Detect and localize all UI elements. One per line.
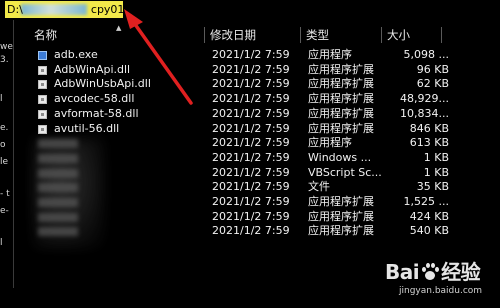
watermark-logo-right: 经验	[441, 260, 481, 284]
file-type: VBScript Sc...	[308, 165, 382, 179]
file-row[interactable]: AdbWinUsbApi.dll 2021/1/2 7:59 应用程序扩展 62 KB	[14, 77, 500, 92]
file-row[interactable]: AdbWinApi.dll 2021/1/2 7:59 应用程序扩展 96 KB	[14, 63, 500, 78]
file-date: 2021/1/2 7:59	[212, 121, 290, 135]
navigation-pane[interactable]: we 3. l e. o le - t e- l	[0, 20, 13, 308]
nav-fragment: o	[0, 140, 6, 150]
watermark-logo: Bai 经验	[385, 256, 481, 285]
file-name: adb.exe	[54, 48, 98, 61]
file-row[interactable]: avcodec-58.dll 2021/1/2 7:59 应用程序扩展 48,929.…	[14, 92, 500, 107]
file-type: 应用程序扩展	[308, 209, 374, 223]
nav-fragment: we	[0, 42, 13, 52]
column-type[interactable]: 类型	[300, 24, 380, 46]
file-date: 2021/1/2 7:59	[212, 48, 290, 61]
nav-fragment: e-	[0, 206, 9, 216]
file-row[interactable]: 2021/1/2 7:59 应用程序扩展 540 KB	[14, 224, 500, 239]
file-date: 2021/1/2 7:59	[212, 150, 290, 164]
redacted-file-icon	[38, 183, 78, 193]
file-date: 2021/1/2 7:59	[212, 224, 290, 238]
column-divider[interactable]	[441, 27, 442, 43]
dll-icon	[38, 109, 47, 119]
file-size: 35 KB	[416, 180, 449, 194]
file-row[interactable]: avformat-58.dll 2021/1/2 7:59 应用程序扩展 10,834…	[14, 107, 500, 122]
file-name: avcodec-58.dll	[54, 92, 135, 106]
file-date: 2021/1/2 7:59	[212, 106, 290, 120]
file-row[interactable]: 2021/1/2 7:59 应用程序扩展 424 KB	[14, 210, 500, 225]
file-name: AdbWinUsbApi.dll	[54, 77, 151, 91]
redacted-path	[21, 4, 87, 15]
nav-fragment: l	[0, 238, 3, 248]
file-type: 应用程序	[308, 48, 352, 61]
file-size: 540 KB	[409, 224, 449, 238]
file-date: 2021/1/2 7:59	[212, 92, 290, 106]
file-size: 613 KB	[409, 136, 449, 150]
file-size: 96 KB	[416, 62, 449, 76]
column-header: 名称 修改日期 类型 大小	[14, 24, 500, 46]
address-field[interactable]: D:\ cpy01	[5, 1, 123, 18]
file-type: 文件	[308, 180, 330, 194]
file-date: 2021/1/2 7:59	[212, 165, 290, 179]
redacted-file-icon	[38, 168, 78, 178]
file-date: 2021/1/2 7:59	[212, 62, 290, 76]
file-size: 5,098 ...	[403, 48, 449, 61]
redacted-file-icon	[38, 212, 78, 222]
file-row[interactable]: avutil-56.dll 2021/1/2 7:59 应用程序扩展 846 KB	[14, 122, 500, 137]
file-row[interactable]: 2021/1/2 7:59 文件 35 KB	[14, 180, 500, 195]
paw-icon	[421, 263, 440, 281]
column-date[interactable]: 修改日期	[204, 24, 300, 46]
file-type: 应用程序扩展	[308, 77, 374, 91]
file-name: avutil-56.dll	[54, 121, 120, 135]
address-bar[interactable]: D:\ cpy01	[0, 0, 500, 20]
file-date: 2021/1/2 7:59	[212, 195, 290, 208]
file-type: 应用程序	[308, 136, 352, 150]
file-size: 424 KB	[409, 209, 449, 223]
file-row[interactable]: 2021/1/2 7:59 应用程序 613 KB	[14, 136, 500, 151]
file-size: 1 KB	[423, 150, 449, 164]
nav-fragment: - t	[0, 189, 10, 199]
dll-icon	[38, 65, 47, 75]
nav-fragment: e.	[0, 123, 9, 133]
file-date: 2021/1/2 7:59	[212, 136, 290, 150]
file-type: 应用程序扩展	[308, 62, 374, 76]
dll-icon	[38, 124, 47, 134]
address-suffix: cpy01	[90, 3, 123, 16]
file-name: AdbWinApi.dll	[54, 62, 131, 76]
file-type: 应用程序扩展	[308, 106, 374, 120]
redacted-file-icon	[38, 139, 78, 149]
exe-icon	[38, 51, 47, 60]
dll-icon	[38, 95, 47, 105]
address-prefix: D:\	[7, 3, 23, 16]
file-row[interactable]: 2021/1/2 7:59 VBScript Sc... 1 KB	[14, 166, 500, 181]
file-date: 2021/1/2 7:59	[212, 77, 290, 91]
file-date: 2021/1/2 7:59	[212, 180, 290, 194]
watermark-logo-left: Bai	[385, 260, 420, 284]
watermark-url: jingyan.baidu.com	[399, 286, 483, 296]
file-size: 10,834...	[400, 106, 449, 120]
nav-fragment: 3.	[0, 55, 9, 65]
column-size[interactable]: 大小	[381, 24, 441, 46]
dll-icon	[38, 80, 47, 90]
nav-fragment: l	[0, 94, 3, 104]
file-name: avformat-58.dll	[54, 106, 139, 120]
file-size: 1 KB	[423, 165, 449, 179]
file-row[interactable]: 2021/1/2 7:59 应用程序扩展 1,525 ...	[14, 195, 500, 210]
redacted-file-icon	[38, 198, 78, 207]
file-size: 48,929...	[400, 92, 449, 106]
baidu-jingyan-watermark: Bai 经验 jingyan.baidu.com	[385, 254, 497, 304]
file-row[interactable]: adb.exe 2021/1/2 7:59 应用程序 5,098 ...	[14, 48, 500, 63]
file-type: 应用程序扩展	[308, 121, 374, 135]
redacted-file-icon	[38, 153, 78, 163]
nav-fragment: le	[0, 157, 9, 167]
redacted-file-icon	[38, 227, 78, 237]
file-type: 应用程序扩展	[308, 224, 374, 238]
file-row[interactable]: 2021/1/2 7:59 Windows ... 1 KB	[14, 151, 500, 166]
file-size: 846 KB	[409, 121, 449, 135]
file-size: 1,525 ...	[403, 195, 449, 208]
file-type: 应用程序扩展	[308, 92, 374, 106]
file-size: 62 KB	[416, 77, 449, 91]
file-date: 2021/1/2 7:59	[212, 209, 290, 223]
file-type: Windows ...	[308, 150, 372, 164]
file-type: 应用程序扩展	[308, 195, 374, 208]
sort-up-icon: ▲	[116, 24, 122, 32]
